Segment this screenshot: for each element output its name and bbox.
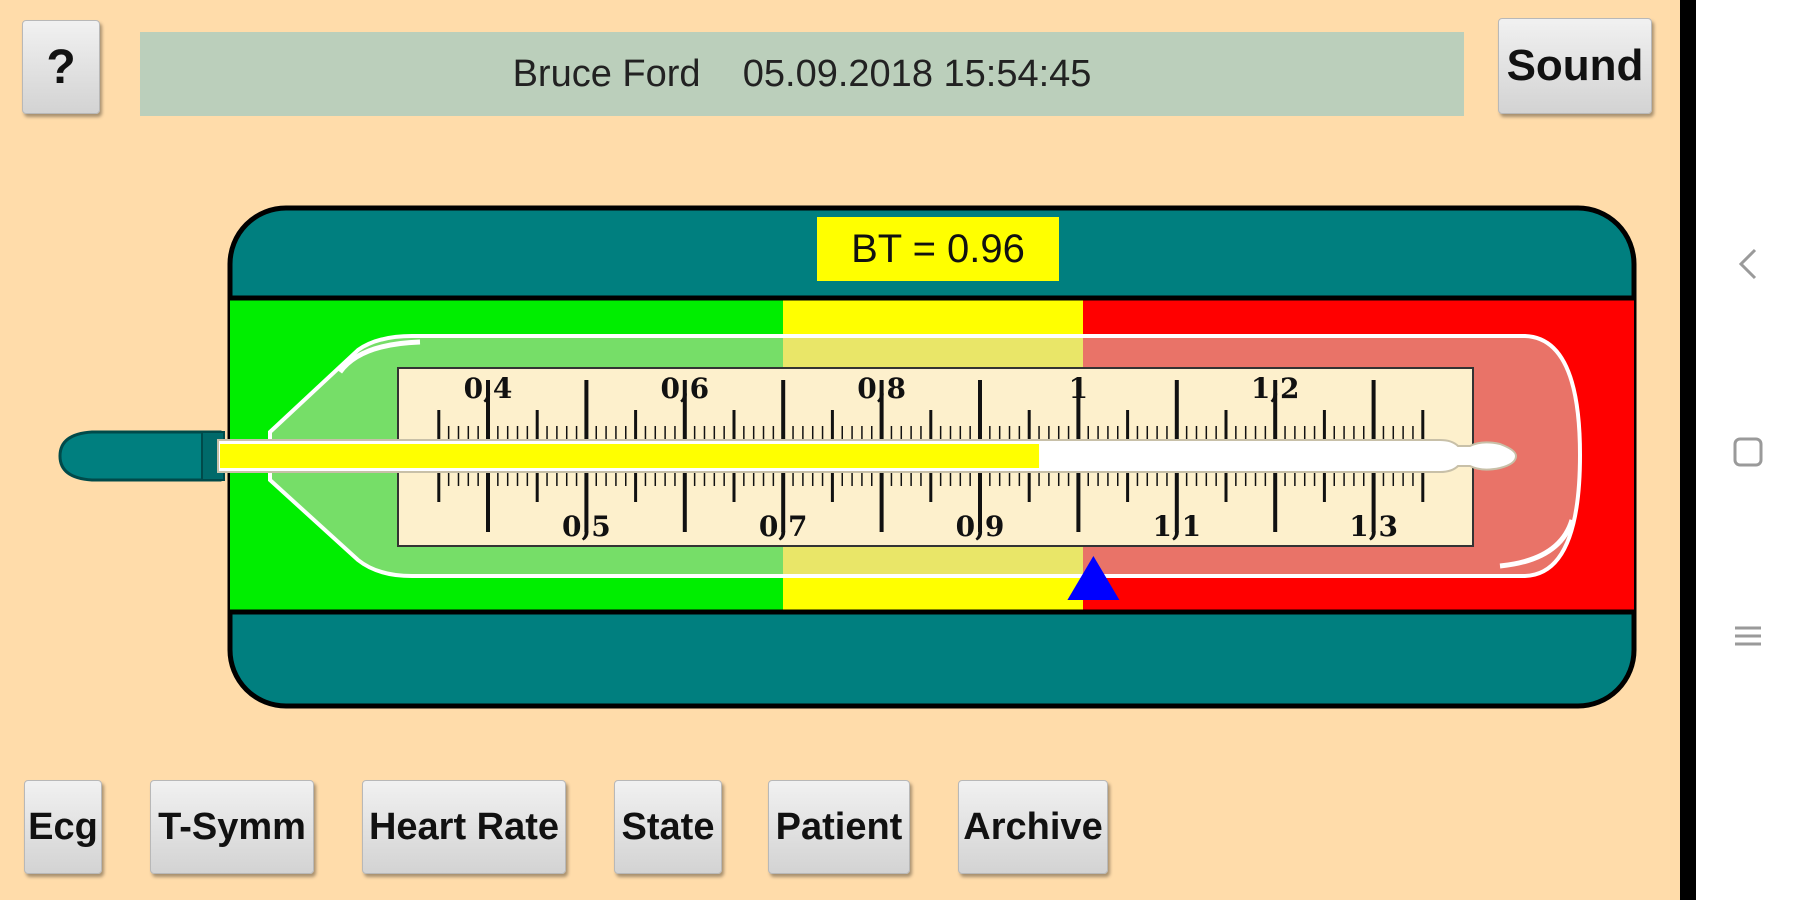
menu-lines-icon[interactable]	[1716, 604, 1780, 668]
scale-label-upper: 1,2	[1251, 372, 1300, 405]
chevron-left-icon[interactable]	[1716, 232, 1780, 296]
app-screen: ? Bruce Ford 05.09.2018 15:54:45 Sound 0…	[0, 0, 1680, 900]
archive-button[interactable]: Archive	[958, 780, 1108, 874]
scale-label-lower: 0,5	[562, 510, 611, 543]
scale-label-upper: 0,6	[660, 372, 709, 405]
scale-label-lower: 0,9	[956, 510, 1005, 543]
mercury-fill	[220, 444, 1040, 468]
ecg-button[interactable]: Ecg	[24, 780, 102, 874]
thermometer: 0,4 0,6 0,8 1 1,2 0,5 0,7 0,9 1,1 1,3	[58, 334, 1583, 600]
scale-label-lower: 1,1	[1152, 510, 1201, 543]
thermometer-bulb	[58, 430, 222, 482]
t-symm-button[interactable]: T-Symm	[150, 780, 314, 874]
bt-readout: BT = 0.96	[817, 217, 1059, 281]
system-nav-bar	[1696, 0, 1800, 900]
scale-label-upper: 0,4	[464, 372, 513, 405]
scale-label-upper: 0,8	[857, 372, 906, 405]
scale-label-lower: 0,7	[759, 510, 808, 543]
heart-rate-button[interactable]: Heart Rate	[362, 780, 566, 874]
state-button[interactable]: State	[614, 780, 722, 874]
patient-button[interactable]: Patient	[768, 780, 910, 874]
square-icon[interactable]	[1716, 420, 1780, 484]
screen-divider	[1680, 0, 1696, 900]
scale-label-upper: 1	[1069, 372, 1088, 405]
scale-label-lower: 1,3	[1349, 510, 1398, 543]
